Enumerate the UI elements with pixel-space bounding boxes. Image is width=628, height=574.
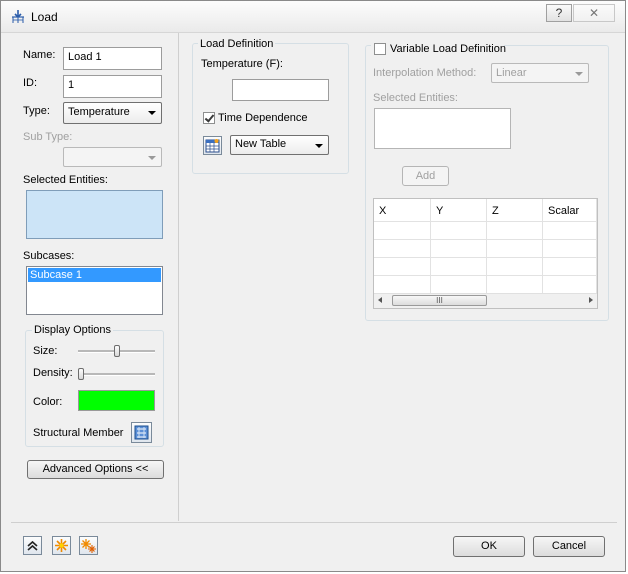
id-label: ID:	[23, 77, 38, 89]
horizontal-scrollbar[interactable]: III	[374, 293, 597, 308]
table-icon	[205, 139, 220, 153]
type-label: Type:	[23, 105, 50, 117]
subcases-list[interactable]: Subcase 1	[26, 266, 163, 315]
density-slider-track	[78, 373, 155, 376]
add-button: Add	[402, 166, 449, 186]
grid-cell[interactable]	[431, 258, 487, 276]
load-definition-title: Load Definition	[198, 38, 276, 50]
star-burst-multi-icon	[81, 539, 96, 553]
footer-divider	[11, 522, 617, 523]
grid-cell[interactable]	[487, 222, 543, 240]
type-select-value: Temperature	[68, 106, 130, 118]
structural-member-icon	[134, 425, 149, 440]
grid-cell[interactable]	[374, 276, 431, 294]
selected-entities-label: Selected Entities:	[23, 174, 108, 186]
grid-cell[interactable]	[431, 222, 487, 240]
grid-cell[interactable]	[374, 222, 431, 240]
variable-selected-entities-box	[374, 108, 511, 149]
chevron-down-icon	[148, 111, 156, 115]
panel-divider	[178, 33, 179, 521]
time-dependence-label: Time Dependence	[218, 112, 308, 124]
grid-cell[interactable]	[431, 276, 487, 294]
subcase-item[interactable]: Subcase 1	[28, 268, 161, 282]
chevron-down-icon	[148, 156, 156, 160]
help-button[interactable]: ?	[546, 4, 572, 22]
grid-cell[interactable]	[543, 240, 597, 258]
chevron-down-icon	[315, 144, 323, 148]
grid-cell[interactable]	[543, 276, 597, 294]
table-select[interactable]: New Table	[230, 135, 329, 155]
grid-cell[interactable]	[374, 240, 431, 258]
star-burst-icon	[55, 539, 68, 552]
scroll-left-icon[interactable]	[378, 297, 382, 303]
close-button[interactable]: ✕	[573, 4, 615, 22]
name-label: Name:	[23, 49, 56, 61]
color-label: Color:	[33, 396, 63, 408]
display-options-title: Display Options	[32, 324, 114, 336]
temperature-label: Temperature (F):	[201, 58, 283, 70]
type-select[interactable]: Temperature	[63, 102, 162, 124]
collapse-button[interactable]	[23, 536, 42, 555]
new-load-multi-button[interactable]	[79, 536, 98, 555]
color-swatch[interactable]	[78, 390, 155, 411]
time-dependence-checkbox[interactable]	[203, 112, 215, 124]
column-header-z[interactable]: Z	[487, 199, 543, 222]
grid-cell[interactable]	[487, 276, 543, 294]
grid-cell[interactable]	[543, 222, 597, 240]
table-editor-button[interactable]	[203, 136, 222, 155]
ok-button[interactable]: OK	[453, 536, 525, 557]
advanced-options-button[interactable]: Advanced Options <<	[27, 460, 164, 479]
variable-selected-entities-label: Selected Entities:	[373, 92, 458, 104]
temperature-field[interactable]	[232, 79, 329, 101]
title-bar: Load ? ✕	[1, 1, 625, 33]
chevron-down-icon	[575, 72, 583, 76]
subtype-select	[63, 147, 162, 167]
grid-cell[interactable]	[374, 258, 431, 276]
variable-load-checkbox[interactable]	[374, 43, 386, 55]
interpolation-method-select: Linear	[491, 63, 589, 83]
table-select-value: New Table	[235, 138, 287, 150]
double-chevron-up-icon	[27, 540, 38, 551]
column-header-x[interactable]: X	[374, 199, 431, 222]
id-field[interactable]: 1	[63, 75, 162, 98]
name-field[interactable]: Load 1	[63, 47, 162, 70]
cancel-button[interactable]: Cancel	[533, 536, 605, 557]
size-slider-thumb[interactable]	[113, 345, 120, 357]
load-dialog: Load ? ✕ Name: Load 1 ID: 1 Type: Temper…	[0, 0, 626, 572]
column-header-scalar[interactable]: Scalar	[543, 199, 597, 222]
grid-cell[interactable]	[487, 240, 543, 258]
load-app-icon	[12, 10, 24, 23]
interpolation-method-value: Linear	[496, 67, 527, 79]
grid-cell[interactable]	[543, 258, 597, 276]
density-slider-thumb[interactable]	[78, 368, 84, 380]
grid-cell[interactable]	[431, 240, 487, 258]
selected-entities-box[interactable]	[26, 190, 163, 239]
density-label: Density:	[33, 367, 73, 379]
subtype-label: Sub Type:	[23, 131, 73, 143]
column-header-y[interactable]: Y	[431, 199, 487, 222]
grid-cell[interactable]	[487, 258, 543, 276]
structural-member-button[interactable]	[131, 422, 152, 443]
interpolation-method-label: Interpolation Method:	[373, 67, 477, 79]
subcases-label: Subcases:	[23, 250, 75, 262]
scroll-right-icon[interactable]	[589, 297, 593, 303]
size-label: Size:	[33, 345, 58, 357]
scroll-thumb[interactable]: III	[392, 295, 487, 306]
window-title: Load	[31, 10, 58, 24]
variable-load-label: Variable Load Definition	[390, 43, 506, 55]
variable-data-grid[interactable]: X Y Z Scalar III	[373, 198, 598, 309]
structural-member-label: Structural Member	[33, 427, 124, 439]
new-load-button[interactable]	[52, 536, 71, 555]
